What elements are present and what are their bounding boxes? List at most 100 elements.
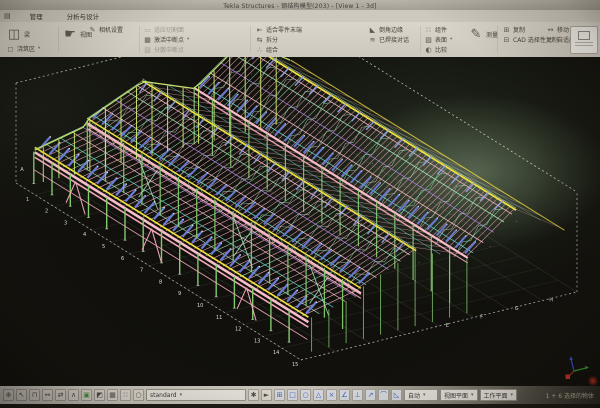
snap-arc-icon[interactable]: ⌒ bbox=[378, 389, 389, 401]
weld-icon: ≋ bbox=[368, 36, 377, 44]
snap-grid-icon[interactable]: ⊞ bbox=[274, 389, 285, 401]
svg-text:1: 1 bbox=[26, 197, 29, 203]
selection-status-text: 1 + 6 选择的物体 bbox=[546, 391, 597, 400]
ribbon-group: ✎相机设置 bbox=[88, 25, 123, 34]
ribbon-group: ▭适应切割面▦激活中断点▾▧分散中断点 bbox=[143, 25, 189, 54]
scatter-breakpoint-button: ▧分散中断点 bbox=[143, 45, 189, 54]
svg-text:E: E bbox=[446, 323, 449, 329]
side-panel-thumbnail bbox=[578, 31, 590, 40]
svg-text:5: 5 bbox=[102, 244, 105, 250]
pencil-icon: ✎ bbox=[88, 26, 97, 34]
ribbon-group: ⇤适合零件末端⇆拆分∴组合 bbox=[255, 25, 302, 54]
activate-breakpoint-button[interactable]: ▦激活中断点▾ bbox=[143, 35, 189, 44]
move-button-label: 移动 bbox=[557, 25, 569, 34]
compare-button-label: 比较 bbox=[435, 45, 447, 54]
snap-angle-icon[interactable]: ∠ bbox=[339, 389, 350, 401]
copy-icon: ⊞ bbox=[502, 26, 511, 34]
chamfer-edges-button[interactable]: ◣倒角边缘 bbox=[368, 25, 409, 34]
fit-part-end-button[interactable]: ⇤适合零件末端 bbox=[255, 25, 302, 34]
surface-button-label: 表面 bbox=[435, 35, 447, 44]
marquee-icon: ◻ bbox=[6, 45, 15, 53]
combine-button[interactable]: ∴组合 bbox=[255, 45, 302, 54]
menu-tabs: 管理 分析与设计 bbox=[27, 11, 103, 21]
scatter-icon: ▧ bbox=[143, 46, 152, 54]
svg-text:3: 3 bbox=[64, 220, 67, 226]
dropdown-caret-icon: ▾ bbox=[450, 37, 452, 42]
camera-settings-button[interactable]: ✎相机设置 bbox=[88, 25, 123, 34]
snap-tangent-icon[interactable]: ◺ bbox=[391, 389, 402, 401]
view-axis-icon bbox=[566, 356, 590, 379]
components-button[interactable]: ∷组件 bbox=[424, 25, 452, 34]
select-part-icon[interactable]: ▦ bbox=[107, 389, 118, 401]
fit-part-icon: ⇤ bbox=[255, 26, 264, 34]
menu-bar: ▤ 管理 分析与设计 bbox=[0, 10, 600, 22]
side-panel-sliver[interactable] bbox=[570, 26, 598, 54]
snap-cross-icon[interactable]: × bbox=[326, 389, 337, 401]
combine-icon: ∴ bbox=[255, 46, 264, 54]
snap-origin-icon[interactable]: ⊕ bbox=[3, 389, 14, 401]
snap-square-icon[interactable]: □ bbox=[287, 389, 298, 401]
cursor-icon[interactable]: ► bbox=[261, 389, 272, 401]
ribbon-group: ◣倒角边缘≋已焊接对话 bbox=[368, 25, 409, 44]
fit-cut-plane-button: ▭适应切割面 bbox=[143, 25, 189, 34]
breakpoint-icon: ▦ bbox=[143, 36, 152, 44]
select-component-icon[interactable]: ⊓ bbox=[29, 389, 40, 401]
welded-dialog-button[interactable]: ≋已焊接对话 bbox=[368, 35, 409, 44]
chamfer-icon: ◣ bbox=[368, 26, 377, 34]
work-plane-dropdown[interactable]: 工作平面▾ bbox=[480, 389, 518, 401]
measure-icon: ✎ bbox=[468, 27, 484, 42]
gear-icon[interactable]: ✱ bbox=[248, 389, 259, 401]
select-point-icon[interactable]: ∷ bbox=[120, 389, 131, 401]
style-dropdown-value: standard bbox=[150, 392, 177, 399]
dropdown-caret-icon: ▾ bbox=[38, 46, 40, 51]
ribbon-separator bbox=[420, 26, 421, 53]
title-bar[interactable]: Tekla Structures - 钢结构模型(203) - [View 1 … bbox=[0, 0, 600, 10]
svg-text:8: 8 bbox=[159, 279, 162, 285]
menu-tab-analysis-design[interactable]: 分析与设计 bbox=[64, 11, 103, 21]
svg-text:15: 15 bbox=[292, 362, 298, 368]
split-button-label: 拆分 bbox=[266, 35, 278, 44]
snap-diagonal-icon[interactable]: ↗ bbox=[365, 389, 376, 401]
status-bar: ⊕↖⊓↔⇄∧▣◩▦∷○standard▾✱►⊞□○△×∠⊥↗⌒◺自动▾视图平面▾… bbox=[0, 386, 600, 404]
select-filter-icon[interactable]: ▣ bbox=[81, 389, 92, 401]
compare-button[interactable]: ◐比较 bbox=[424, 45, 452, 54]
snap-intersection-icon[interactable]: ∧ bbox=[68, 389, 79, 401]
split-icon: ⇆ bbox=[255, 36, 264, 44]
ribbon: ◫梁◻浇筑区▾☛视图✎相机设置▭适应切割面▦激活中断点▾▧分散中断点⇤适合零件末… bbox=[0, 22, 600, 57]
compare-icon: ◐ bbox=[424, 46, 433, 54]
beam-button-label: 梁 bbox=[24, 30, 30, 39]
snap-midpoint-icon[interactable]: ⇄ bbox=[55, 389, 66, 401]
measure-button[interactable]: ✎测量 bbox=[468, 25, 498, 43]
svg-text:14: 14 bbox=[273, 350, 279, 356]
ribbon-separator bbox=[497, 26, 498, 53]
split-button[interactable]: ⇆拆分 bbox=[255, 35, 302, 44]
camera-settings-button-label: 相机设置 bbox=[99, 25, 123, 34]
work-plane-dropdown-value: 工作平面 bbox=[484, 391, 508, 400]
pour-unit-button[interactable]: ◻浇筑区▾ bbox=[6, 44, 40, 53]
snap-perpendicular-icon[interactable]: ⊥ bbox=[352, 389, 363, 401]
components-button-label: 组件 bbox=[435, 25, 447, 34]
components-icon: ∷ bbox=[424, 26, 433, 34]
zoom-tool-icon[interactable]: ○ bbox=[133, 389, 144, 401]
window-title: Tekla Structures - 钢结构模型(203) - [View 1 … bbox=[223, 1, 376, 10]
snap-endpoint-icon[interactable]: ↔ bbox=[42, 389, 53, 401]
fit-cut-plane-button-label: 适应切割面 bbox=[154, 25, 184, 34]
menu-tab-manage[interactable]: 管理 bbox=[27, 11, 46, 21]
snap-plane-dropdown[interactable]: 视图平面▾ bbox=[440, 389, 478, 401]
side-panel-line bbox=[575, 45, 593, 46]
svg-text:12: 12 bbox=[235, 327, 241, 333]
app-menu-icon[interactable]: ▤ bbox=[4, 12, 11, 20]
pointer-icon[interactable]: ↖ bbox=[16, 389, 27, 401]
style-dropdown[interactable]: standard▾ bbox=[146, 389, 246, 401]
select-assembly-icon[interactable]: ◩ bbox=[94, 389, 105, 401]
viewport-3d[interactable]: 123456789101112131415AEFGH bbox=[0, 57, 600, 386]
svg-text:H: H bbox=[549, 298, 553, 304]
surface-button[interactable]: ▨表面▾ bbox=[424, 35, 452, 44]
snap-circle-icon[interactable]: ○ bbox=[300, 389, 311, 401]
welded-dialog-button-label: 已焊接对话 bbox=[379, 35, 409, 44]
beam-button[interactable]: ◫梁 bbox=[6, 25, 40, 43]
snap-triangle-icon[interactable]: △ bbox=[313, 389, 324, 401]
snap-mode-dropdown[interactable]: 自动▾ bbox=[404, 389, 438, 401]
chamfer-edges-button-label: 倒角边缘 bbox=[379, 25, 403, 34]
scatter-breakpoint-button-label: 分散中断点 bbox=[154, 45, 184, 54]
